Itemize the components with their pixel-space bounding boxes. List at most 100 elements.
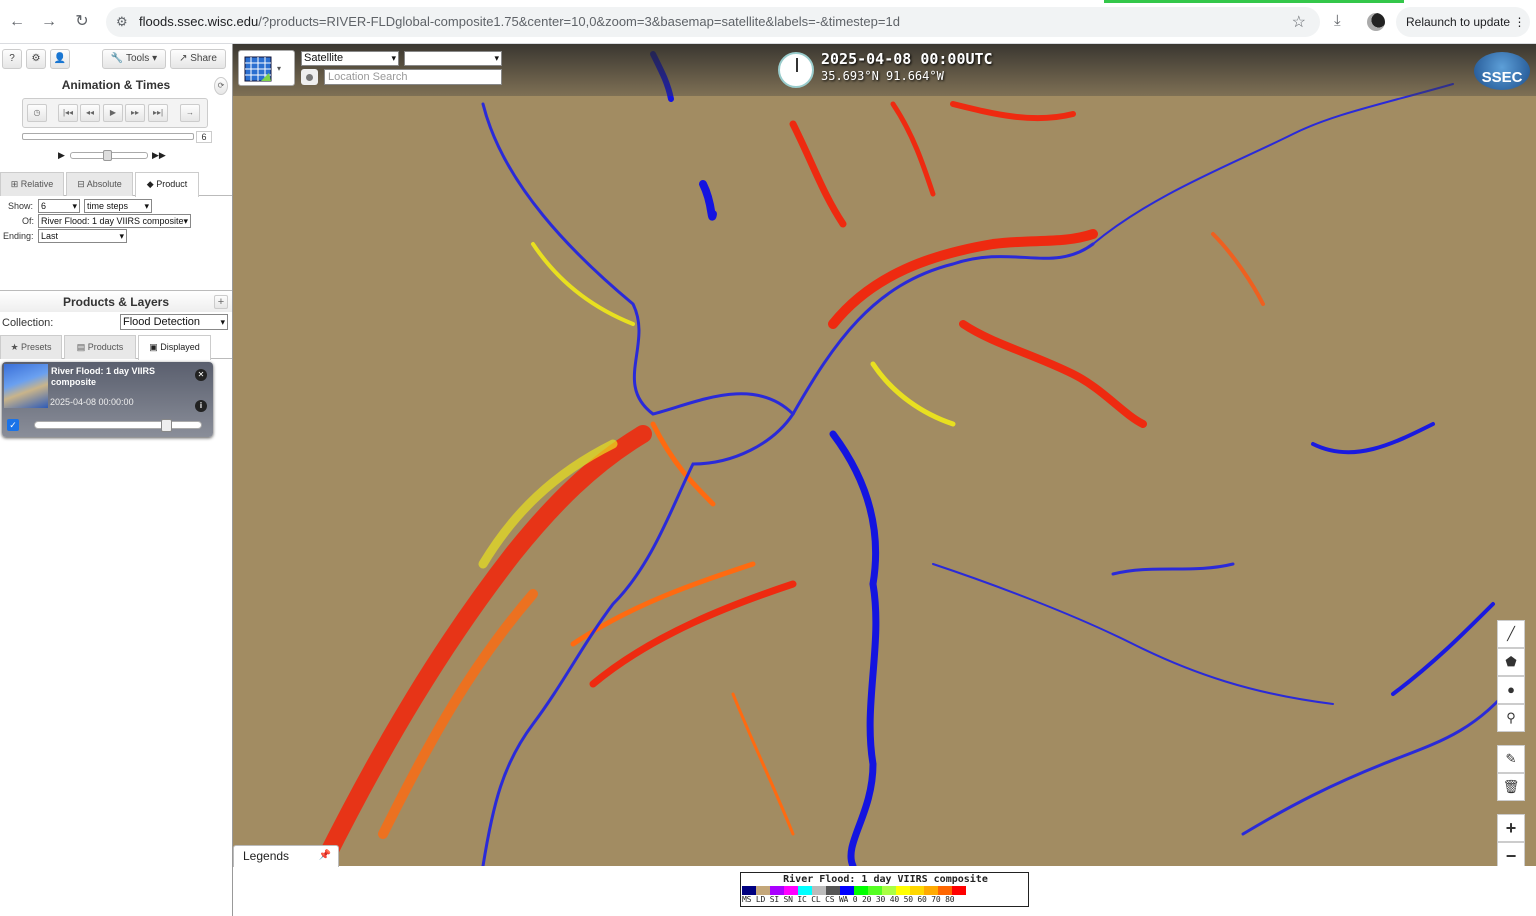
reload-icon[interactable]: ↻	[70, 10, 94, 34]
tab-displayed[interactable]: ▣ Displayed	[138, 335, 211, 360]
tab-relative[interactable]: ⊞ Relative	[0, 172, 64, 196]
add-layer-icon[interactable]: +	[214, 295, 228, 309]
location-search-input[interactable]: Location Search	[324, 69, 502, 85]
tab-product[interactable]: ◆ Product	[135, 172, 199, 197]
speed-slider[interactable]	[70, 150, 148, 161]
legend-swatch	[882, 886, 896, 895]
legend-title: River Flood: 1 day VIIRS composite	[783, 874, 988, 885]
layer-card: River Flood: 1 day VIIRS composite ✕ 202…	[2, 362, 213, 437]
show-count-input[interactable]: 6	[38, 199, 80, 213]
labels-select[interactable]	[404, 51, 502, 66]
forward-icon[interactable]: →	[37, 10, 61, 34]
user-button[interactable]: 👤	[50, 49, 70, 69]
layer-thumbnail	[4, 364, 48, 408]
clock-icon	[778, 52, 814, 88]
of-label: Of:	[22, 216, 35, 226]
locate-icon[interactable]	[301, 69, 318, 85]
tools-button[interactable]: 🔧 Tools ▾	[102, 49, 166, 69]
collapse-icon[interactable]: ⟳	[214, 77, 228, 95]
loop-button[interactable]: →	[180, 104, 200, 122]
animation-panel-title: Animation & Times	[61, 78, 171, 92]
remove-layer-icon[interactable]: ✕	[195, 369, 207, 381]
step-back-button[interactable]: ◂◂	[80, 104, 100, 122]
draw-circle-icon[interactable]: ●	[1497, 676, 1525, 704]
ending-select[interactable]: Last	[38, 229, 127, 243]
map-time: 2025-04-08 00:00UTC	[821, 50, 993, 68]
legend-swatch	[840, 886, 854, 895]
grid-layers-icon: ▾	[244, 56, 281, 82]
legend-swatch	[826, 886, 840, 895]
share-button[interactable]: ↗ Share	[170, 49, 226, 69]
bookmark-star-icon[interactable]: ☆	[1292, 12, 1306, 32]
legend-swatch	[812, 886, 826, 895]
flood-map-imagery	[233, 44, 1536, 866]
svg-text:▾: ▾	[277, 64, 281, 73]
basemap-select[interactable]: Satellite	[301, 51, 399, 66]
layer-switcher-button[interactable]: ▾	[238, 50, 295, 86]
pin-icon[interactable]: 📌	[319, 846, 331, 866]
site-info-icon[interactable]: ⚙	[116, 14, 132, 30]
first-frame-button[interactable]: |◂◂	[58, 104, 78, 122]
trash-icon[interactable]: 🗑	[1497, 773, 1525, 801]
back-icon[interactable]: ←	[5, 10, 29, 34]
opacity-slider-thumb[interactable]	[160, 419, 172, 432]
last-frame-button[interactable]: ▸▸|	[148, 104, 168, 122]
time-unit-select[interactable]: time steps	[84, 199, 152, 213]
legends-tab[interactable]: Legends 📌	[233, 845, 339, 867]
tab-absolute[interactable]: ⊟ Absolute	[66, 172, 133, 196]
url-text[interactable]: floods.ssec.wisc.edu/?products=RIVER-FLD…	[139, 14, 900, 29]
profile-avatar[interactable]	[1367, 13, 1385, 31]
legend-swatch	[854, 886, 868, 895]
collection-select[interactable]: Flood Detection	[120, 314, 228, 330]
legend-swatch	[910, 886, 924, 895]
tab-products[interactable]: ▤ Products	[64, 335, 136, 359]
clock-icon[interactable]: ◷	[27, 104, 47, 122]
draw-polygon-icon[interactable]: ⬟	[1497, 648, 1525, 676]
zoom-out-button[interactable]: −	[1497, 842, 1525, 866]
legend-swatch	[784, 886, 798, 895]
play-button[interactable]: ▶	[103, 104, 123, 122]
map-view[interactable]: ▾ Satellite Location Search 2025-04-08 0…	[233, 44, 1536, 866]
flood-legend: River Flood: 1 day VIIRS composite MS LD…	[740, 872, 1029, 907]
layer-time: 2025-04-08 00:00:00	[50, 397, 134, 407]
speed-slider-thumb[interactable]	[103, 150, 112, 161]
ssec-logo: SSEC	[1474, 52, 1530, 90]
speed-fast-icon: ▶▶	[152, 150, 166, 160]
draw-line-icon[interactable]: ╱	[1497, 620, 1525, 648]
legend-color-bar	[742, 886, 966, 895]
load-progress	[1104, 0, 1404, 3]
legend-swatch	[952, 886, 966, 895]
legend-swatch	[756, 886, 770, 895]
more-menu-icon[interactable]: ⋮	[1513, 15, 1525, 29]
animation-tabs: ⊞ Relative ⊟ Absolute ◆ Product	[0, 172, 232, 197]
relaunch-button[interactable]: Relaunch to update ⋮	[1396, 7, 1530, 37]
zoom-in-button[interactable]: +	[1497, 814, 1525, 842]
legend-swatch	[938, 886, 952, 895]
show-label: Show:	[8, 201, 34, 211]
legend-codes: MS LD SI SN IC CL CS WA 0 20 30 40 50 60…	[742, 895, 955, 904]
legend-swatch	[924, 886, 938, 895]
draw-marker-icon[interactable]: ⚲	[1497, 704, 1525, 732]
step-forward-button[interactable]: ▸▸	[125, 104, 145, 122]
browser-toolbar: ← → ↻ ⚙ floods.ssec.wisc.edu/?products=R…	[0, 0, 1536, 44]
legend-swatch	[896, 886, 910, 895]
edit-icon[interactable]: ✎	[1497, 745, 1525, 773]
collection-label: Collection:	[2, 317, 54, 329]
product-select[interactable]: River Flood: 1 day VIIRS composite	[38, 214, 191, 228]
tab-presets[interactable]: ★ Presets	[0, 335, 62, 359]
layer-visible-checkbox[interactable]: ✓	[7, 419, 19, 431]
frame-count: 6	[196, 131, 212, 143]
address-bar[interactable]: ⚙ floods.ssec.wisc.edu/?products=RIVER-F…	[106, 7, 1320, 37]
layer-name: River Flood: 1 day VIIRS composite	[51, 366, 156, 387]
legend-swatch	[742, 886, 756, 895]
frame-slider[interactable]	[22, 133, 194, 140]
settings-button[interactable]: ⚙	[26, 49, 46, 69]
layer-info-icon[interactable]: i	[195, 400, 207, 412]
products-panel-title: Products & Layers	[62, 295, 170, 309]
opacity-slider[interactable]	[34, 419, 202, 432]
download-icon[interactable]: ⤓	[1334, 12, 1341, 29]
legend-swatch	[770, 886, 784, 895]
products-tabs: ★ Presets ▤ Products ▣ Displayed	[0, 335, 232, 360]
help-button[interactable]: ?	[2, 49, 22, 69]
legend-swatch	[868, 886, 882, 895]
